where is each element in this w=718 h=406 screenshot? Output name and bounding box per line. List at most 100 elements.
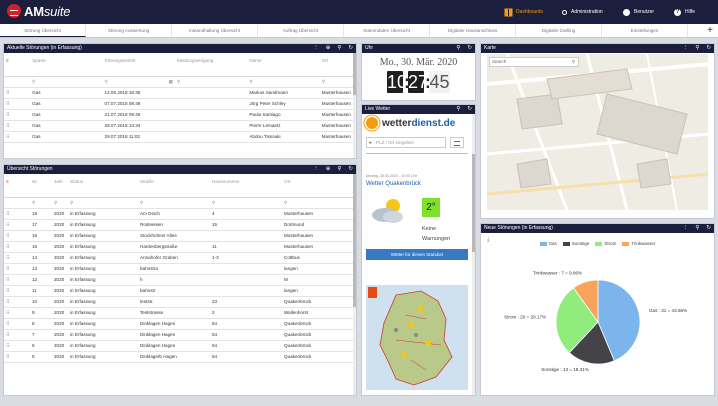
scrollbar[interactable] [472, 114, 475, 395]
col-header[interactable]: Name [247, 53, 320, 77]
drag-handle-icon[interactable]: ⠿ [4, 318, 30, 330]
table-row[interactable]: ⠿ 12 2020 in Erfassung h M [4, 274, 356, 286]
table-row[interactable]: ⠿ 10 2020 in Erfassung teststr. 23 Quakenbrück [4, 296, 356, 308]
refresh-icon[interactable]: ↻ [348, 44, 353, 53]
legend-item[interactable]: Strom [595, 241, 616, 246]
table-row[interactable]: ⠿ 9 2020 in Erfassung Teststrasse 2 Wallenhors… [4, 307, 356, 319]
table-row[interactable]: ⠿ 15 2020 in Erfassung Hardenbergstraße 11 Mus… [4, 241, 356, 253]
drag-handle-icon[interactable]: ⠿ [4, 230, 30, 242]
table-row[interactable]: ⠿ 6 2020 in Erfassung Dinklagen Hagen 54 Quake… [4, 340, 356, 352]
table-row[interactable]: ⠿ Gas 29.07.2018 11:02 Abdou Tissouki Muster… [4, 131, 356, 143]
drag-handle-icon[interactable]: ⠿ [4, 285, 30, 297]
col-header[interactable]: Nr. [30, 174, 52, 198]
more-icon[interactable]: ⋮ [313, 44, 319, 53]
nav-dashboards[interactable]: Dashboards [505, 0, 543, 24]
tab-instandhaltung[interactable]: Instandhaltung Übersicht [172, 24, 258, 37]
zoom-icon[interactable]: ⚲ [695, 224, 699, 233]
search-icon[interactable]: ⚲ [319, 76, 356, 88]
table-row[interactable]: ⠿ Gas 21.07.2018 09:46 Paula Santiago Muster… [4, 109, 356, 121]
drag-handle-icon[interactable]: ⠿ [4, 296, 30, 308]
refresh-icon[interactable]: ↻ [706, 44, 711, 53]
menu-icon[interactable] [450, 137, 464, 148]
refresh-icon[interactable]: ↻ [467, 44, 472, 53]
table-row[interactable]: ⠿ Gas 28.07.2018 13:34 Pierre Lemaetz Muster… [4, 120, 356, 132]
drag-handle-icon[interactable]: ⠿ [4, 263, 30, 275]
search-icon[interactable]: ⚲ [282, 197, 356, 209]
col-header[interactable]: Störungseintritt [102, 53, 175, 77]
tab-hausanschluss[interactable]: Digitaler Hausanschluss [430, 24, 516, 37]
search-icon[interactable]: ⚲ [30, 197, 52, 209]
search-icon[interactable]: ⚲ [247, 76, 320, 88]
table-row[interactable]: ⠿ 8 2020 in Erfassung Dinklagen Hagen 54 Quake… [4, 318, 356, 330]
table-row[interactable]: ⠿ 13 2020 in Erfassung bahnstra langen [4, 263, 356, 275]
map-search-input[interactable]: Search ⚲ [489, 57, 579, 67]
tab-stoerung-auswertung[interactable]: Störung Auswertung [86, 24, 172, 37]
tab-auftrag[interactable]: Auftrag Übersicht [258, 24, 344, 37]
col-header[interactable]: Sparte [30, 53, 103, 77]
table-row[interactable]: ⠿ 16 2020 in Erfassung Stockholmer Allee Must… [4, 230, 356, 242]
drag-handle-icon[interactable]: ⠿ [4, 98, 31, 110]
search-icon[interactable]: ⚲ [52, 197, 68, 209]
tab-einstellungen[interactable]: Einstellungen [602, 24, 688, 37]
col-header[interactable]: Ort [282, 174, 356, 198]
search-icon[interactable]: ⚲ ▦ [102, 76, 175, 88]
add-icon[interactable]: ⊕ [326, 165, 331, 174]
brand[interactable]: AMsuite [24, 4, 71, 19]
more-icon[interactable]: ⋮ [683, 44, 689, 53]
drag-handle-icon[interactable]: ⠿ [4, 120, 31, 132]
refresh-icon[interactable]: ↻ [348, 165, 353, 174]
street-map[interactable]: Search ⚲ [487, 54, 708, 210]
drag-handle-icon[interactable]: ⠿ [4, 131, 31, 143]
refresh-icon[interactable]: ↻ [467, 105, 472, 114]
search-icon[interactable]: ⚲ [210, 197, 282, 209]
weather-map[interactable] [366, 285, 468, 390]
drag-handle-icon[interactable]: ⠿ [4, 340, 30, 352]
legend-item[interactable]: Sonstige [562, 241, 589, 246]
drag-handle-icon[interactable]: ⠿ [4, 252, 30, 264]
table-row[interactable]: ⠿ 5 2020 in Erfassung Dinklagerb Hagen 54 Quak… [4, 351, 356, 363]
search-icon[interactable]: ⚲ [68, 197, 138, 209]
table-row[interactable]: ⠿ 17 2020 in Erfassung Rosteeisen 15 Dortmund [4, 219, 356, 231]
location-input[interactable]: ⌖ PLZ / Ort eingeben [366, 137, 446, 148]
filter-icon[interactable]: ≡ [6, 179, 9, 184]
add-icon[interactable]: ⊕ [326, 44, 331, 53]
nav-benutzer[interactable]: Benutzer [623, 0, 654, 24]
drag-handle-icon[interactable]: ⠿ [4, 274, 30, 286]
col-header[interactable]: Status [68, 174, 138, 198]
legend-item[interactable]: Gas [539, 241, 557, 246]
table-row[interactable]: ⠿ 14 2020 in Erfassung Annahofer Graben 1-3 Co… [4, 252, 356, 264]
add-tab-button[interactable]: + [707, 25, 713, 37]
table-row[interactable]: ⠿ 7 2020 in Erfassung Dinklagen Hagen 54 Quake… [4, 329, 356, 341]
drag-handle-icon[interactable]: ⠿ [4, 219, 30, 231]
weather-logo[interactable]: wetterdienst.de [382, 118, 455, 129]
weather-location-button[interactable]: Wetter für diesen Standort [366, 249, 468, 260]
zoom-icon[interactable]: ⚲ [695, 44, 699, 53]
more-icon[interactable]: ⋮ [313, 165, 319, 174]
drag-handle-icon[interactable]: ⠿ [4, 208, 30, 220]
col-header[interactable]: Ort [319, 53, 356, 77]
col-header[interactable]: Hausnummer [210, 174, 282, 198]
table-row[interactable]: ⠿ Gas 12.06.2018 18:35 Markus Sandmann Muste… [4, 87, 356, 99]
table-row[interactable]: ⠿ 11 2020 in Erfassung bahnstr langen [4, 285, 356, 297]
tab-zwilling[interactable]: Digitaler Zwilling [516, 24, 602, 37]
nav-administration[interactable]: Administration [562, 0, 603, 24]
more-icon[interactable]: ⋮ [683, 224, 689, 233]
drag-handle-icon[interactable]: ⠿ [4, 351, 30, 363]
table-row[interactable]: ⠿ 18 2020 in Erfassung Am Deich 4 Musterhausen [4, 208, 356, 220]
drag-handle-icon[interactable]: ⠿ [4, 307, 30, 319]
scrollbar[interactable] [353, 53, 356, 158]
zoom-icon[interactable]: ⚲ [456, 44, 460, 53]
search-icon[interactable]: ⚲ [30, 76, 103, 88]
search-icon[interactable]: ⚲ [174, 76, 248, 88]
scrollbar[interactable] [353, 174, 356, 395]
zoom-icon[interactable]: ⚲ [456, 105, 460, 114]
nav-hilfe[interactable]: ? Hilfe [674, 0, 695, 24]
col-header[interactable]: Jahr [52, 174, 68, 198]
col-header[interactable]: Straße [138, 174, 210, 198]
drag-handle-icon[interactable]: ⠿ [4, 329, 30, 341]
search-icon[interactable]: ⚲ [138, 197, 210, 209]
drag-handle-icon[interactable]: ⠿ [4, 241, 30, 253]
table-row[interactable]: ⠿ Gas 07.07.2018 08:48 Jörg Peter Schley Mus… [4, 98, 356, 110]
calendar-icon[interactable]: ▦ [169, 79, 173, 85]
zoom-icon[interactable]: ⚲ [337, 165, 341, 174]
